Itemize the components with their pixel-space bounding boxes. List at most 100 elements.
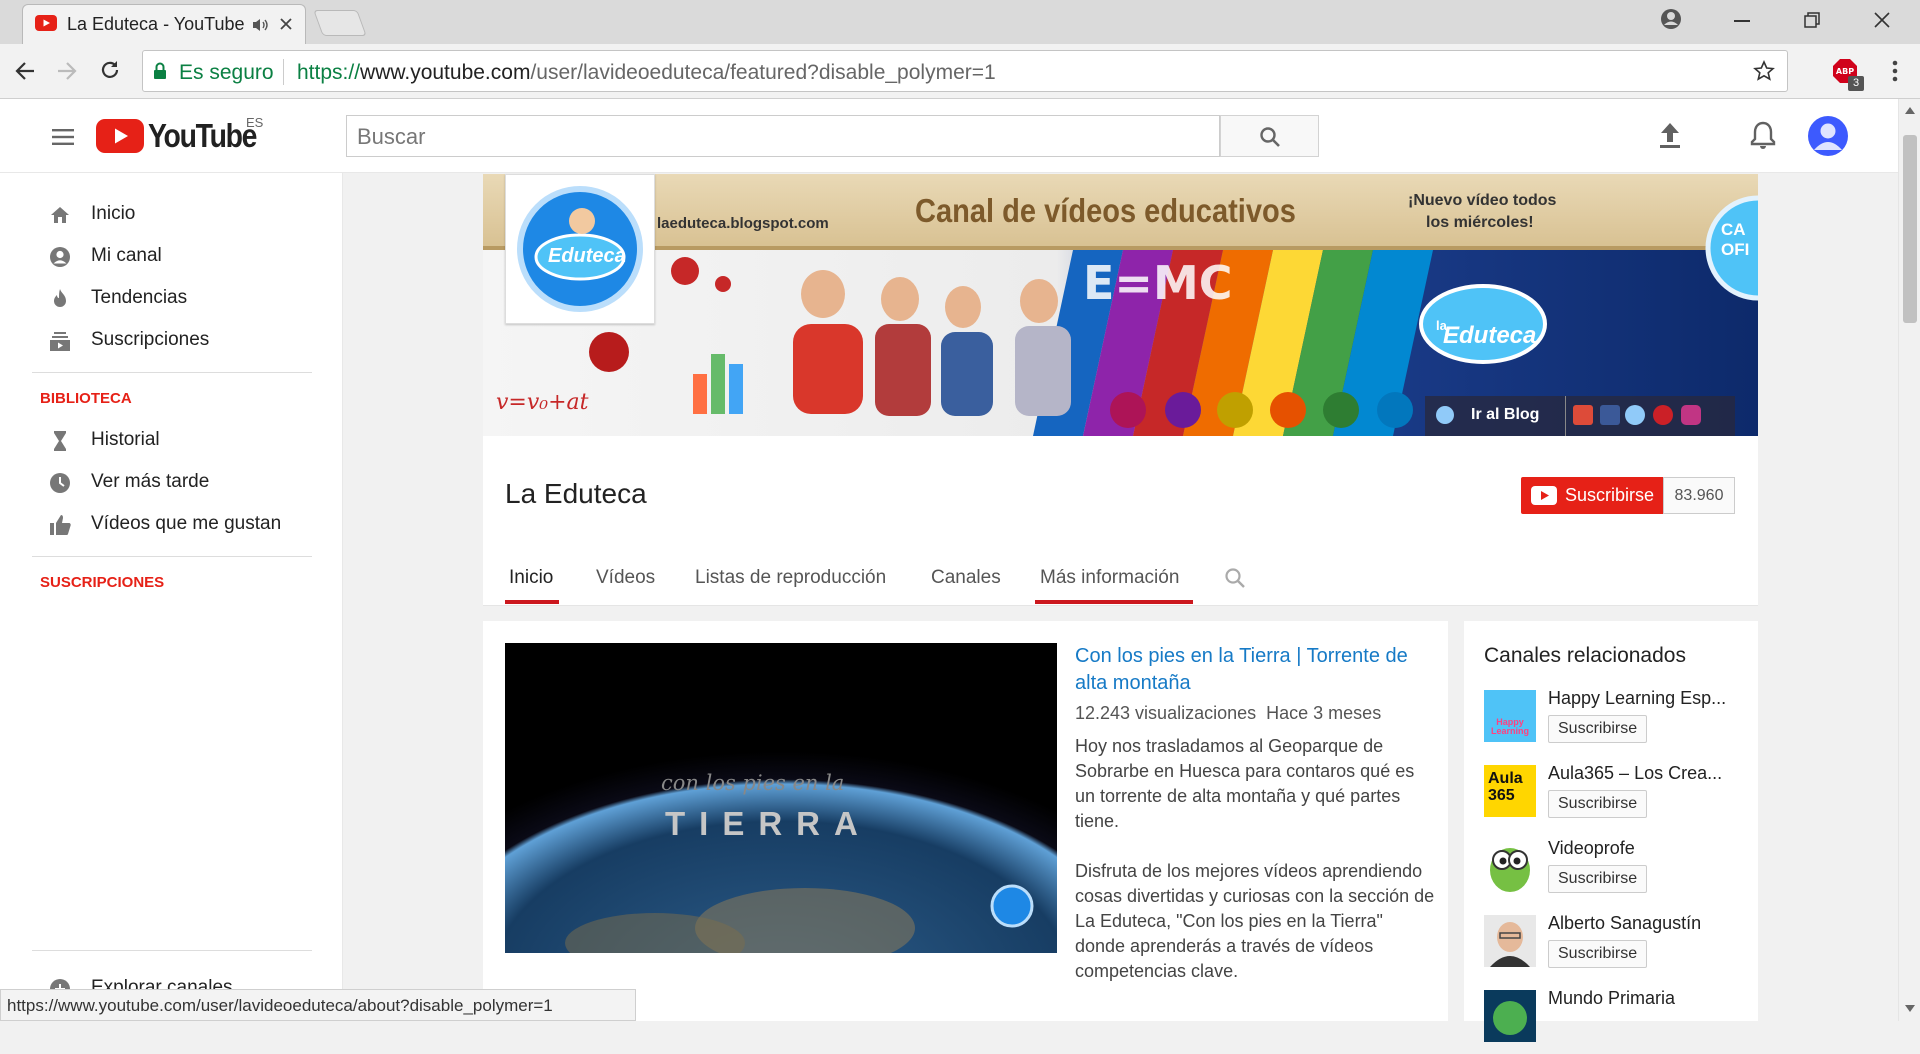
scroll-down-arrow-icon[interactable] bbox=[1905, 1005, 1915, 1012]
sidebar-item-suscripciones[interactable]: Suscripciones bbox=[0, 321, 343, 361]
search-button[interactable] bbox=[1220, 115, 1319, 157]
minimize-icon[interactable] bbox=[1734, 20, 1750, 22]
svg-text:v=v₀+at: v=v₀+at bbox=[496, 390, 589, 415]
account-icon bbox=[48, 245, 72, 269]
channel-thumbnail[interactable]: Aula 365 bbox=[1484, 765, 1536, 817]
related-subscribe-button[interactable]: Suscribirse bbox=[1548, 790, 1648, 818]
tab-videos[interactable]: Vídeos bbox=[596, 567, 655, 589]
forward-arrow-icon[interactable] bbox=[56, 60, 78, 82]
sidebar-divider bbox=[32, 950, 312, 951]
tab-listas[interactable]: Listas de reproducción bbox=[695, 567, 886, 589]
clock-icon bbox=[48, 471, 72, 495]
banner-promo-line2: los miércoles! bbox=[1426, 214, 1534, 231]
close-window-icon[interactable] bbox=[1874, 12, 1890, 28]
tab-inicio-underline bbox=[505, 600, 559, 604]
new-tab-button[interactable] bbox=[313, 10, 367, 36]
view-count: 12.243 visualizaciones bbox=[1075, 703, 1257, 723]
sidebar-item-label: Vídeos que me gustan bbox=[91, 513, 282, 534]
featured-video-card: con los pies en la TIERRA Con los pies e… bbox=[483, 621, 1448, 1021]
browser-tab-strip: La Eduteca - YouTube bbox=[0, 0, 1920, 44]
channel-thumbnail[interactable] bbox=[1484, 840, 1536, 892]
restore-icon[interactable] bbox=[1804, 12, 1820, 28]
youtube-play-icon bbox=[1531, 486, 1557, 505]
avatar-logo-word: Eduteca bbox=[548, 245, 626, 267]
related-channel-item: Mundo Primaria bbox=[1484, 988, 1744, 1054]
banner-corner-text: CA OFI bbox=[1721, 220, 1750, 259]
tab-canales[interactable]: Canales bbox=[931, 567, 1001, 589]
tab-hover-underline bbox=[1035, 600, 1193, 604]
sidebar-item-label: Tendencias bbox=[91, 287, 188, 308]
video-meta: 12.243 visualizaciones Hace 3 meses bbox=[1075, 703, 1381, 724]
address-bar[interactable]: Es seguro https://www.youtube.com/user/l… bbox=[142, 50, 1788, 92]
blog-link[interactable]: Ir al Blog bbox=[1471, 406, 1539, 424]
sidebar-item-tendencias[interactable]: Tendencias bbox=[0, 279, 343, 319]
channel-title[interactable]: La Eduteca bbox=[505, 478, 647, 510]
page-scrollbar[interactable] bbox=[1898, 99, 1920, 1021]
url-text[interactable]: https://www.youtube.com/user/lavideoedut… bbox=[297, 61, 996, 85]
youtube-favicon-icon bbox=[35, 15, 57, 31]
sidebar-item-inicio[interactable]: Inicio bbox=[0, 195, 343, 235]
scroll-up-arrow-icon[interactable] bbox=[1905, 107, 1915, 114]
user-avatar-icon[interactable] bbox=[1807, 115, 1849, 157]
related-channel-name[interactable]: Aula365 – Los Crea... bbox=[1548, 763, 1744, 784]
bookmark-star-icon[interactable] bbox=[1753, 60, 1775, 82]
guide-sidebar: Inicio Mi canal Tendencias Suscripciones… bbox=[0, 173, 343, 1021]
link-status-bar: https://www.youtube.com/user/lavideoedut… bbox=[0, 989, 636, 1021]
url-divider bbox=[283, 59, 284, 85]
youtube-logo-icon[interactable] bbox=[96, 119, 144, 153]
upload-icon[interactable] bbox=[1658, 121, 1682, 149]
banner-headline: Canal de vídeos educativos bbox=[915, 192, 1296, 229]
scrollbar-thumb[interactable] bbox=[1903, 135, 1917, 323]
related-channel-name[interactable]: Videoprofe bbox=[1548, 838, 1744, 859]
reload-icon[interactable] bbox=[99, 59, 121, 81]
sidebar-item-label: Inicio bbox=[91, 203, 136, 224]
search-placeholder: Buscar bbox=[357, 124, 426, 149]
video-title-link[interactable]: Con los pies en la Tierra | Torrente de … bbox=[1075, 643, 1437, 697]
sidebar-item-mi-canal[interactable]: Mi canal bbox=[0, 237, 343, 277]
related-channel-name[interactable]: Happy Learning Esp... bbox=[1548, 688, 1744, 709]
close-tab-icon[interactable] bbox=[279, 17, 293, 31]
subscribe-button[interactable]: Suscribirse bbox=[1521, 477, 1663, 514]
related-channel-name[interactable]: Mundo Primaria bbox=[1548, 988, 1744, 1009]
description-paragraph: Hoy nos trasladamos al Geoparque de Sobr… bbox=[1075, 736, 1415, 831]
audio-playing-icon[interactable] bbox=[251, 17, 269, 33]
tab-inicio[interactable]: Inicio bbox=[509, 567, 553, 589]
sidebar-item-historial[interactable]: Historial bbox=[0, 421, 343, 461]
back-arrow-icon[interactable] bbox=[14, 60, 36, 82]
channel-thumbnail[interactable] bbox=[1484, 990, 1536, 1042]
upload-age: Hace 3 meses bbox=[1266, 703, 1382, 723]
subscriptions-heading[interactable]: SUSCRIPCIONES bbox=[40, 574, 164, 591]
subscribe-label: Suscribirse bbox=[1565, 485, 1655, 505]
channel-thumbnail[interactable] bbox=[1484, 915, 1536, 967]
related-channels-card: Canales relacionados Happy Learning Happ… bbox=[1464, 621, 1758, 1042]
profile-icon[interactable] bbox=[1660, 8, 1682, 30]
library-heading[interactable]: BIBLIOTECA bbox=[40, 390, 132, 407]
url-path: /user/lavideoeduteca/featured?disable_po… bbox=[530, 61, 996, 84]
channel-thumbnail[interactable]: Happy Learning bbox=[1484, 690, 1536, 742]
subscriptions-icon bbox=[48, 329, 72, 353]
hamburger-menu-icon[interactable] bbox=[52, 129, 74, 145]
youtube-masthead: YouTube ES Buscar bbox=[0, 99, 1898, 173]
secure-label: Es seguro bbox=[179, 61, 274, 84]
channel-avatar[interactable]: Eduteca bbox=[505, 174, 655, 324]
sidebar-item-ver-mas-tarde[interactable]: Ver más tarde bbox=[0, 463, 343, 503]
related-subscribe-button[interactable]: Suscribirse bbox=[1548, 715, 1648, 743]
thumbnail-text: Aula 365 bbox=[1488, 770, 1523, 804]
banner-promo-line1: ¡Nuevo vídeo todos bbox=[1408, 192, 1557, 209]
youtube-logo-text[interactable]: YouTube bbox=[148, 117, 257, 155]
banner-site: laeduteca.blogspot.com bbox=[657, 215, 829, 232]
browser-tab[interactable]: La Eduteca - YouTube bbox=[22, 4, 306, 44]
related-channel-item: Alberto Sanagustín Suscribirse bbox=[1484, 913, 1744, 979]
related-subscribe-button[interactable]: Suscribirse bbox=[1548, 940, 1648, 968]
related-subscribe-button[interactable]: Suscribirse bbox=[1548, 865, 1648, 893]
notifications-bell-icon[interactable] bbox=[1750, 120, 1776, 150]
video-player[interactable]: con los pies en la TIERRA bbox=[505, 643, 1057, 953]
tab-mas-informacion[interactable]: Más información bbox=[1040, 567, 1179, 589]
sidebar-item-videos-que-me-gustan[interactable]: Vídeos que me gustan bbox=[0, 505, 343, 545]
related-channel-name[interactable]: Alberto Sanagustín bbox=[1548, 913, 1744, 934]
url-scheme: https:// bbox=[297, 61, 361, 84]
sidebar-divider bbox=[32, 556, 312, 557]
search-input[interactable]: Buscar bbox=[346, 115, 1220, 157]
channel-search-icon[interactable] bbox=[1224, 567, 1246, 589]
browser-menu-icon[interactable] bbox=[1892, 60, 1898, 82]
